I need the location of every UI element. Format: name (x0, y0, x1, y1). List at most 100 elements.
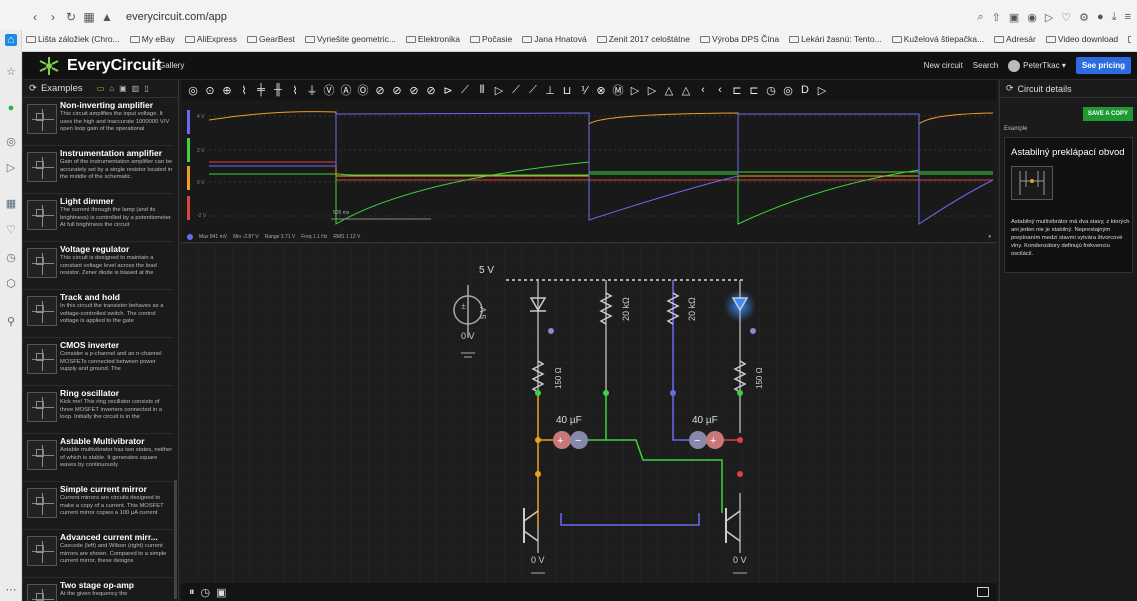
new-circuit-link[interactable]: New circuit (924, 61, 963, 70)
pricing-button[interactable]: See pricing (1075, 57, 1131, 74)
green-channel-marker[interactable] (187, 138, 190, 162)
circuit-canvas[interactable]: 5 V ± 5 V 0 V 20 kΩ 20 kΩ 150 Ω 150 Ω + … (181, 243, 997, 583)
nand-gate-icon[interactable]: △ (663, 84, 675, 97)
ammeter-icon[interactable]: Ⓐ (340, 82, 352, 98)
voltage-source-icon[interactable]: ⊕ (221, 84, 233, 97)
switch-icon[interactable]: ⟋ (459, 84, 471, 97)
lamp-icon[interactable]: ⊗ (595, 84, 607, 97)
d-icon[interactable]: D (799, 84, 811, 96)
clock-icon[interactable]: ◷ (765, 84, 777, 97)
example-item[interactable]: Two stage op-amp At the given frequency t… (23, 578, 173, 601)
current-source-icon[interactable]: ⊙ (204, 84, 216, 97)
wire-icon[interactable]: ⟋ (510, 84, 522, 97)
node[interactable] (535, 390, 541, 396)
clock-icon[interactable]: ◷ (5, 252, 17, 264)
node[interactable] (737, 390, 743, 396)
example-item[interactable]: Light dimmer The current through the lamp… (23, 194, 173, 242)
nor-gate-icon[interactable]: ‹ (697, 84, 709, 96)
bookmark-item[interactable]: Video download (1045, 34, 1118, 44)
bookmark-item[interactable]: GearBest (246, 34, 295, 44)
save-copy-button[interactable]: SAVE A COPY (1082, 107, 1133, 121)
bookmark-item[interactable]: Lekári žasnú: Tento... (789, 34, 882, 44)
pause-icon[interactable]: ⏸ (189, 586, 195, 599)
search-link[interactable]: Search (973, 61, 998, 70)
bookmark-item[interactable]: Elektronika (405, 34, 460, 44)
node[interactable] (535, 471, 541, 477)
example-item[interactable]: Advanced current mirr... Cascode (left) a… (23, 530, 173, 578)
heart-icon[interactable]: ♡ (1061, 11, 1071, 24)
d-output-icon[interactable]: ▷ (816, 84, 828, 97)
opamp-icon[interactable]: ▷ (493, 84, 505, 97)
grid-icon[interactable]: ▦ (5, 198, 17, 210)
dff-icon[interactable]: ⊏ (731, 84, 743, 97)
diode-icon[interactable]: ⊳ (442, 84, 454, 97)
camera-icon[interactable]: ▣ (216, 586, 226, 599)
oscilloscope[interactable]: 4 V 2 V 0 V -2 V 500 ms (181, 100, 997, 232)
timer-icon[interactable]: ◷ (201, 586, 211, 599)
chip-icon[interactable]: ▣ (119, 84, 127, 93)
record-icon[interactable]: ◉ (1027, 11, 1037, 24)
example-item[interactable]: Non-inverting amplifier This circuit ampl… (23, 98, 173, 146)
bookmark-item[interactable]: Zenit 2017 celoštátne (596, 34, 690, 44)
switch2-icon[interactable]: ⟋ (527, 84, 539, 97)
node[interactable] (737, 471, 743, 477)
profile-icon[interactable]: ● (1097, 11, 1104, 24)
node[interactable] (670, 390, 676, 396)
example-item[interactable]: Track and hold In this circuit the transi… (23, 290, 173, 338)
ground-icon[interactable]: ⏚ (306, 82, 318, 98)
pmos-icon[interactable]: ⊘ (425, 84, 437, 97)
oscillator-icon[interactable]: ◎ (782, 84, 794, 97)
polar-capacitor-icon[interactable]: ╫ (272, 84, 284, 96)
capacitor-icon[interactable]: ╪ (255, 84, 267, 96)
relay-icon[interactable]: ⊥ (544, 84, 556, 97)
blue-channel-marker[interactable] (187, 110, 190, 134)
bookmark-item[interactable]: Vyriešite geometric... (304, 34, 396, 44)
home-icon[interactable]: ⌂ (5, 34, 17, 46)
example-item[interactable]: Ring oscillator Kick me! This ring oscill… (23, 386, 173, 434)
and-gate-icon[interactable]: ▷ (646, 84, 658, 97)
pot-icon[interactable]: ⅟ (578, 84, 590, 97)
bookmark-item[interactable]: Výroba DPS Čína (699, 34, 779, 44)
example-item[interactable]: Simple current mirror Current mirrors are… (23, 482, 173, 530)
or-gate-icon[interactable]: △ (680, 84, 692, 97)
send-icon[interactable]: ▷ (5, 162, 17, 174)
bookmark-item[interactable]: My eBay (129, 34, 175, 44)
user-menu[interactable]: PeterTkac ▾ (1008, 59, 1066, 72)
example-item[interactable]: Astable Multivibrator Astable multivibrat… (23, 434, 173, 482)
examples-scrollbar[interactable] (174, 480, 177, 599)
motor-icon[interactable]: Ⓜ (612, 82, 624, 98)
bookmark-item[interactable]: Kuželová štiepačka... (891, 34, 984, 44)
play-icon[interactable]: ▷ (1045, 11, 1053, 24)
back-icon[interactable]: ‹ (26, 10, 44, 24)
bookmark-item[interactable]: Adresár (994, 34, 1036, 44)
voltmeter-icon[interactable]: Ⓥ (323, 82, 335, 98)
source-icon[interactable]: ◎ (187, 84, 199, 97)
node[interactable] (737, 437, 743, 443)
address-bar[interactable]: everycircuit.com/app (126, 11, 227, 23)
gallery-link[interactable]: Gallery (159, 61, 184, 70)
jk-icon[interactable]: ⊏ (748, 84, 760, 97)
component-icon[interactable]: ▥ (132, 84, 140, 93)
node[interactable] (535, 437, 541, 443)
example-item[interactable]: Voltage regulator This circuit is designe… (23, 242, 173, 290)
heart-icon[interactable]: ♡ (5, 224, 17, 236)
xor-gate-icon[interactable]: ‹ (714, 84, 726, 96)
more-icon[interactable]: ⋯ (5, 584, 17, 596)
trash-icon[interactable]: ▯ (144, 84, 148, 93)
ohmmeter-icon[interactable]: Ⓞ (357, 82, 369, 98)
bookmark-item[interactable]: Corona (1128, 34, 1131, 44)
menu-icon[interactable]: ≡ (1125, 11, 1131, 24)
book-icon[interactable]: ▭ (97, 84, 105, 93)
reload-icon[interactable]: ↻ (62, 10, 80, 24)
fuse-icon[interactable]: ⊔ (561, 84, 573, 97)
scope-collapse-icon[interactable]: ▾ (988, 234, 991, 240)
cube-icon[interactable]: ⬡ (5, 278, 17, 290)
node[interactable] (603, 390, 609, 396)
orange-channel-marker[interactable] (187, 166, 190, 190)
transformer-icon[interactable]: ⦀ (476, 84, 488, 97)
share-icon[interactable]: ⇧ (992, 11, 1001, 24)
pin-icon[interactable]: ⚲ (5, 316, 17, 328)
download-icon[interactable]: ⤓ (1112, 11, 1117, 24)
camera-icon[interactable]: ▣ (1009, 11, 1019, 24)
bookmark-item[interactable]: Lišta záložiek (Chro... (26, 34, 120, 44)
